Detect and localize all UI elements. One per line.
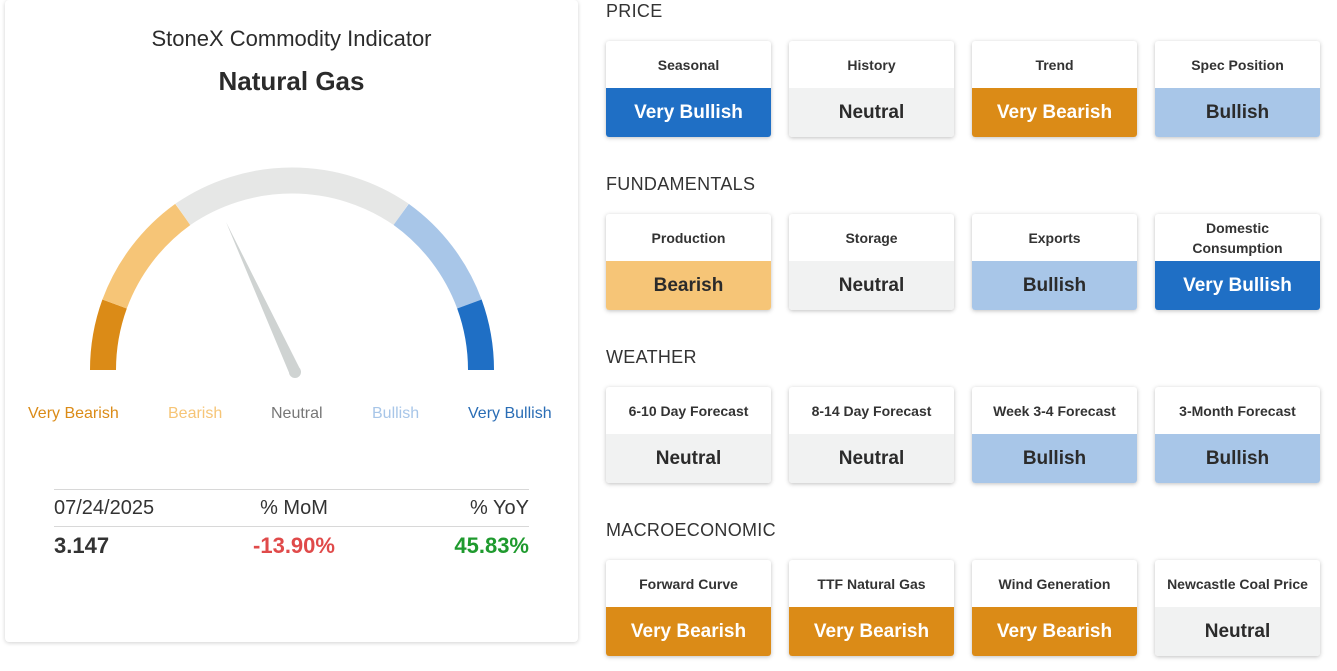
tile-name: 3-Month Forecast [1179, 402, 1296, 419]
tile-8-14-day-forecast[interactable]: 8-14 Day Forecast Neutral [789, 387, 954, 483]
tile-value: Very Bearish [972, 607, 1137, 656]
tile-value: Bullish [972, 434, 1137, 483]
gauge-label-bearish: Bearish [168, 405, 223, 422]
tile-value: Neutral [789, 88, 954, 137]
tile-name: Newcastle Coal Price [1167, 575, 1308, 592]
tile-history[interactable]: History Neutral [789, 41, 954, 137]
stats-mom-value: -13.90% [253, 533, 335, 558]
section-title-weather: WEATHER [606, 347, 697, 367]
gauge-segment-very-bearish [89, 299, 127, 371]
stats-price: 3.147 [54, 533, 110, 558]
tile-name: Seasonal [657, 56, 720, 73]
gauge-label-neutral: Neutral [271, 405, 323, 422]
tile-value: Bullish [1155, 88, 1320, 137]
tile-name: TTF Natural Gas [817, 575, 926, 592]
tile-exports[interactable]: Exports Bullish [972, 214, 1137, 310]
tile-name: Exports [1028, 229, 1081, 246]
gauge-label-very-bearish: Very Bearish [28, 405, 119, 422]
tile-value: Neutral [789, 434, 954, 483]
section-title-price: PRICE [606, 1, 663, 21]
section-title-fundamentals: FUNDAMENTALS [606, 174, 756, 194]
gauge-needle-hub [289, 366, 301, 378]
tile-name: Wind Generation [998, 575, 1111, 592]
tile-value: Neutral [789, 261, 954, 310]
stats-yoy-value: 45.83% [454, 533, 529, 558]
gauge-label-very-bullish: Very Bullish [468, 405, 552, 422]
gauge-segment-bearish [102, 203, 191, 309]
gauge-segment-neutral [175, 167, 409, 226]
stats-date: 07/24/2025 [54, 496, 155, 519]
tile-3-month-forecast[interactable]: 3-Month Forecast Bullish [1155, 387, 1320, 483]
tile-name: Production [651, 229, 726, 246]
tile-value: Very Bearish [789, 607, 954, 656]
tile-trend[interactable]: Trend Very Bearish [972, 41, 1137, 137]
tile-value: Very Bullish [606, 88, 771, 137]
gauge-segment-very-bullish [457, 299, 495, 371]
tile-name: 6-10 Day Forecast [628, 402, 749, 419]
tile-forward-curve[interactable]: Forward Curve Very Bearish [606, 560, 771, 656]
tile-value: Bearish [606, 261, 771, 310]
tile-value: Very Bearish [606, 607, 771, 656]
stats-mom-header: % MoM [260, 496, 328, 519]
stats-yoy-header: % YoY [470, 496, 529, 519]
tile-name: Forward Curve [639, 575, 738, 592]
tile-value: Bullish [972, 261, 1137, 310]
tile-storage[interactable]: Storage Neutral [789, 214, 954, 310]
tile-newcastle-coal-price[interactable]: Newcastle Coal Price Neutral [1155, 560, 1320, 656]
tile-name: Trend [1035, 56, 1074, 73]
tile-name: Storage [845, 229, 898, 246]
tile-value: Neutral [1155, 607, 1320, 656]
tile-spec-position[interactable]: Spec Position Bullish [1155, 41, 1320, 137]
tile-name: History [847, 56, 896, 73]
tile-6-10-day-forecast[interactable]: 6-10 Day Forecast Neutral [606, 387, 771, 483]
tile-domestic-consumption[interactable]: Domestic Consumption Very Bullish [1155, 214, 1320, 310]
tile-value: Very Bearish [972, 88, 1137, 137]
tile-name: Spec Position [1191, 56, 1284, 73]
tile-week-3-4-forecast[interactable]: Week 3-4 Forecast Bullish [972, 387, 1137, 483]
tile-wind-generation[interactable]: Wind Generation Very Bearish [972, 560, 1137, 656]
gauge-needle [226, 222, 300, 375]
tile-name: 8-14 Day Forecast [811, 402, 932, 419]
tile-value: Neutral [606, 434, 771, 483]
gauge-segment-bullish [393, 203, 482, 309]
tile-seasonal[interactable]: Seasonal Very Bullish [606, 41, 771, 137]
price-stats: 07/24/2025 % MoM % YoY 3.147 -13.90% 45.… [54, 489, 529, 565]
section-title-macroeconomic: MACROECONOMIC [606, 520, 776, 540]
indicator-card: StoneX Commodity Indicator Natural Gas V… [5, 0, 578, 642]
sentiment-gauge [89, 167, 495, 378]
tile-production[interactable]: Production Bearish [606, 214, 771, 310]
tile-value: Very Bullish [1155, 261, 1320, 310]
tile-value: Bullish [1155, 434, 1320, 483]
tile-name: Week 3-4 Forecast [993, 402, 1116, 419]
tile-ttf-natural-gas[interactable]: TTF Natural Gas Very Bearish [789, 560, 954, 656]
tile-name: Domestic Consumption [1192, 219, 1283, 256]
gauge-label-bullish: Bullish [372, 405, 420, 422]
stats-header-row: 07/24/2025 % MoM % YoY [54, 489, 529, 527]
stats-value-row: 3.147 -13.90% 45.83% [54, 527, 529, 565]
